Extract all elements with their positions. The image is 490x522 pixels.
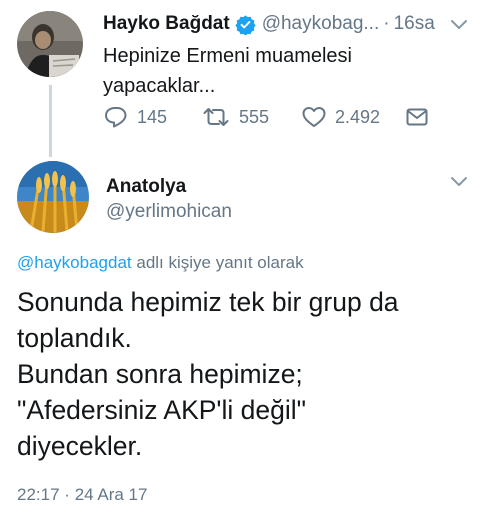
retweet-button[interactable]: 555 (202, 106, 302, 128)
direct-message-icon (406, 108, 428, 126)
reply-count: 145 (137, 106, 168, 127)
chevron-down-icon[interactable] (450, 176, 468, 188)
tweet2-text: Sonunda hepimiz tek bir grup da toplandı… (17, 284, 477, 464)
reply-to-mention-link[interactable]: @haykobagdat (17, 253, 132, 272)
tweet2-text-line: toplandık. (17, 323, 132, 353)
verified-badge-icon (235, 14, 256, 35)
tweet1-text: Hepinize Ermeni muamelesi yapacaklar... (103, 45, 352, 97)
like-button[interactable]: 2.492 (302, 106, 406, 128)
tweet1-time[interactable]: 16sa (394, 13, 435, 35)
retweet-count: 555 (239, 106, 270, 127)
tweet2-author-name[interactable]: Anatolya (106, 176, 186, 198)
wheat-field-photo (17, 161, 89, 233)
tweet2-text-line: diyecekler. (17, 431, 143, 461)
tweet2-text-line: Bundan sonra hepimize; (17, 359, 303, 389)
hayko-avatar[interactable] (17, 11, 83, 77)
thread-connector (49, 85, 52, 157)
reply-icon (105, 107, 127, 128)
tweet1-handle[interactable]: @haykobag... (262, 13, 380, 35)
tweet2-text-line: "Afedersiniz AKP'li değil" (17, 395, 307, 425)
tweet2-timestamp[interactable]: 22:17 · 24 Ara 17 (17, 485, 147, 505)
tweet1-actions: 145 555 2.492 (104, 104, 428, 130)
direct-message-button[interactable] (406, 107, 428, 127)
tweet1-author-name[interactable]: Hayko Bağdat (103, 13, 230, 35)
tweet2-separator: · (64, 485, 70, 504)
like-count: 2.492 (335, 106, 381, 127)
reply-button[interactable]: 145 (104, 106, 202, 128)
reply-context: @haykobagdat adlı kişiye yanıt olarak (17, 253, 304, 273)
tweet1-separator: · (383, 13, 390, 34)
tweet1-header: Hayko Bağdat @haykobag... · 16sa (103, 10, 470, 38)
reply-to-suffix: adlı kişiye yanıt olarak (136, 253, 304, 272)
like-icon (302, 107, 326, 127)
tweet2-handle[interactable]: @yerlimohican (106, 201, 232, 223)
tweet2-date: 24 Ara 17 (74, 485, 148, 504)
tweet2-text-line: Sonunda hepimiz tek bir grup da (17, 287, 399, 317)
hayko-photo (17, 11, 83, 77)
anatolya-avatar[interactable] (17, 161, 89, 233)
tweet2-time: 22:17 (17, 485, 60, 504)
retweet-icon (203, 108, 229, 126)
chevron-down-icon[interactable] (450, 19, 468, 31)
